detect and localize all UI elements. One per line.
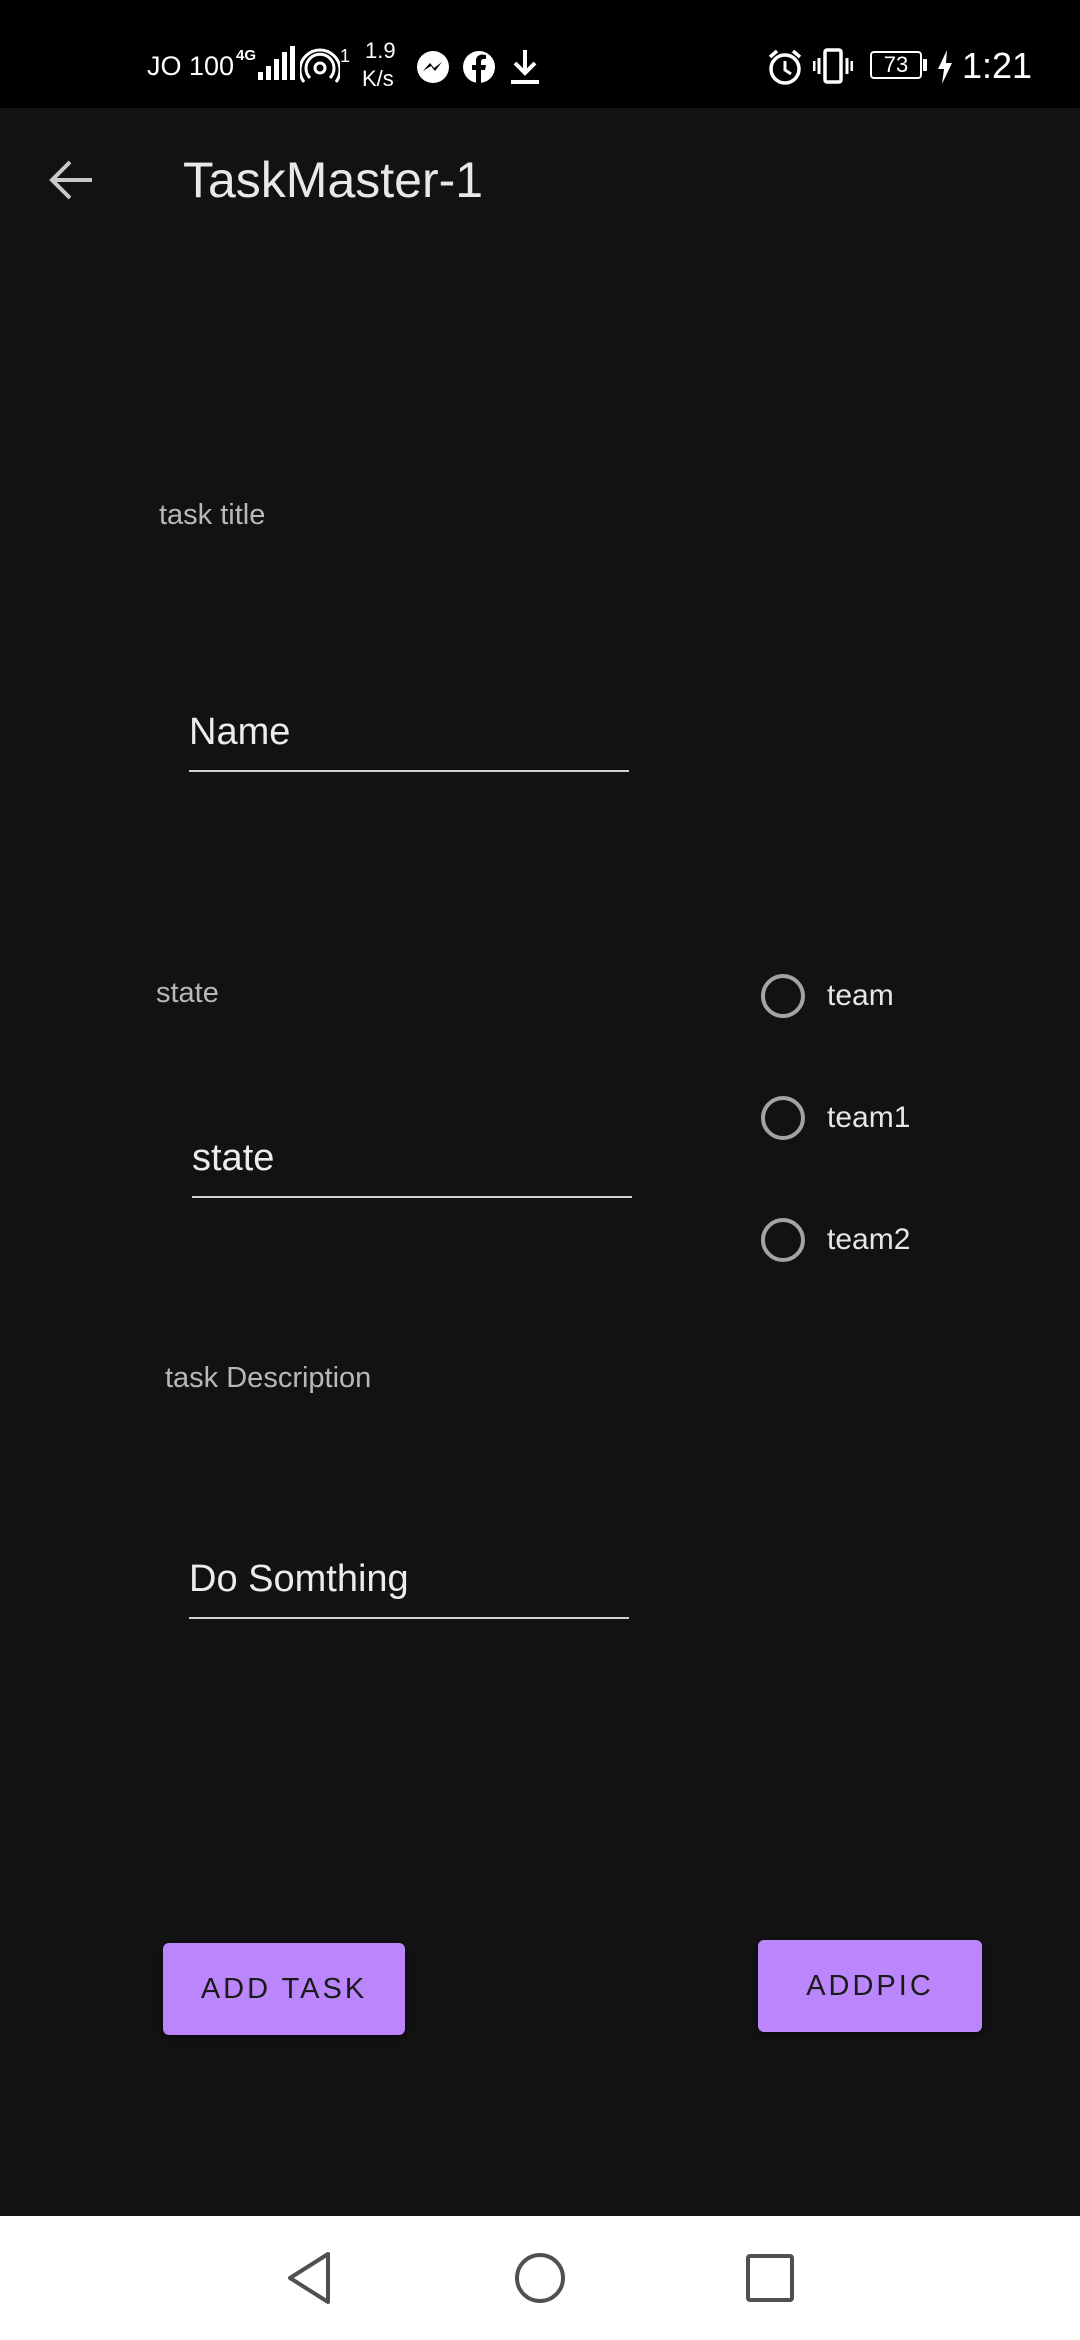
add-task-button[interactable]: ADD TASK: [163, 1943, 405, 2035]
radio-team2-label: team2: [827, 1223, 911, 1256]
radio-button-icon[interactable]: [761, 1096, 805, 1140]
radio-team2[interactable]: team2: [761, 1212, 910, 1268]
radio-button-icon[interactable]: [761, 1218, 805, 1262]
task-description-label: task Description: [165, 1362, 372, 1394]
signal-strength-icon: [258, 46, 295, 80]
alarm-icon: [768, 49, 802, 85]
arrow-left-icon[interactable]: [46, 158, 96, 202]
status-time: 1:21: [962, 45, 1033, 86]
home-nav-icon[interactable]: [513, 2251, 567, 2305]
facebook-icon: [463, 51, 495, 83]
add-pic-button[interactable]: ADDPIC: [758, 1940, 982, 2032]
vibrate-icon: [813, 48, 853, 84]
radio-team1[interactable]: team1: [761, 1090, 910, 1146]
battery-level: 73: [883, 52, 909, 77]
radio-team1-label: team1: [827, 1101, 911, 1134]
state-input[interactable]: state: [192, 1126, 632, 1198]
battery-icon: 73: [870, 51, 922, 79]
network-speed-unit: K/s: [362, 66, 394, 91]
status-bar: JO 100 4G 1 1.9 K/s 73 1:21: [0, 0, 1080, 108]
download-icon: [511, 50, 539, 84]
radio-team[interactable]: team: [761, 968, 894, 1024]
radio-team-label: team: [827, 979, 894, 1012]
task-title-label: task title: [159, 499, 266, 531]
state-label: state: [156, 977, 219, 1009]
back-nav-icon[interactable]: [284, 2250, 334, 2306]
network-speed-value: 1.9: [365, 38, 396, 63]
radio-button-icon[interactable]: [761, 974, 805, 1018]
battery-tip: [923, 59, 927, 71]
carrier-label: JO 100: [147, 51, 235, 81]
hotspot-count: 1: [340, 46, 351, 66]
task-title-input[interactable]: Name: [189, 700, 629, 772]
recents-nav-icon[interactable]: [745, 2253, 795, 2303]
charging-icon: [938, 50, 952, 84]
task-description-input[interactable]: Do Somthing: [189, 1547, 629, 1619]
page-title: TaskMaster-1: [183, 152, 484, 208]
hotspot-icon: [300, 48, 340, 83]
app-bar: [0, 108, 1080, 252]
navigation-bar: [0, 2216, 1080, 2340]
messenger-icon: [417, 51, 449, 83]
